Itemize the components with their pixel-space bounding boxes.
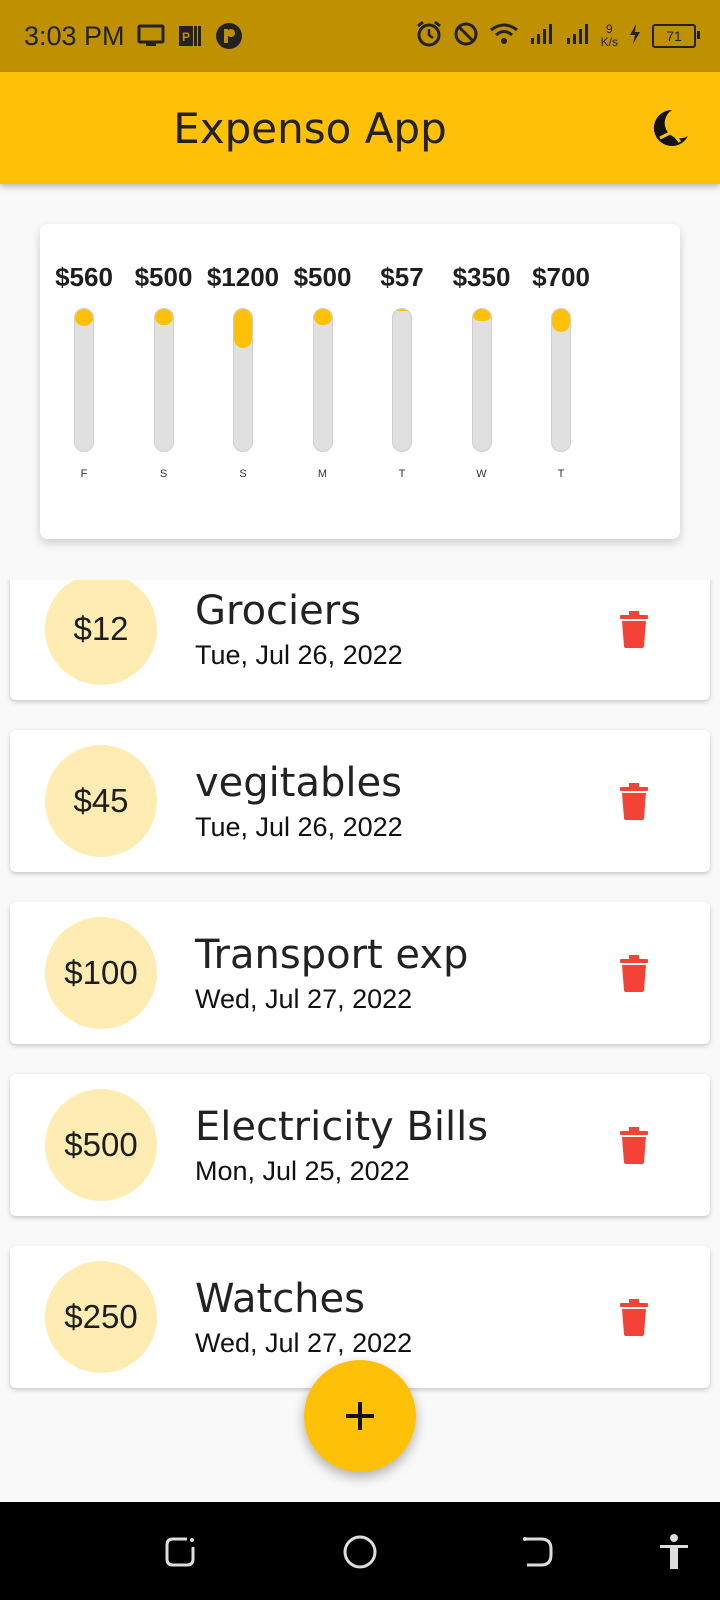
transaction-title: Grociers	[195, 588, 362, 634]
recents-icon[interactable]	[160, 1532, 200, 1572]
amount-badge: $500	[45, 1089, 157, 1201]
net-speed-unit: K/s	[600, 35, 618, 49]
bar-track	[74, 308, 94, 452]
bar-track	[551, 308, 571, 452]
bar-track	[312, 308, 333, 452]
bar-amount-label: $500	[293, 262, 352, 292]
app-bar: Expenso App	[0, 72, 720, 184]
amount-badge: $45	[45, 745, 157, 857]
list-item: $500 Electricity Bills Mon, Jul 25, 2022	[10, 1074, 710, 1216]
transaction-date: Wed, Jul 27, 2022	[195, 984, 413, 1014]
transaction-title: Watches	[195, 1276, 365, 1322]
p-badge-icon	[215, 22, 243, 50]
net-speed: 9 K/s	[601, 23, 618, 49]
status-bar: 3:03 PM P 9 K/s 71	[0, 0, 720, 72]
bar-amount-label: $500	[134, 262, 193, 292]
navigation-bar	[0, 1502, 720, 1600]
bar-track	[392, 308, 412, 452]
add-transaction-button[interactable]	[304, 1360, 416, 1472]
amount-badge: $100	[45, 917, 157, 1029]
bar-amount-label: $700	[532, 262, 590, 292]
bar-fill	[234, 309, 252, 348]
bar-fill	[472, 309, 491, 321]
bar-fill	[75, 309, 93, 326]
transaction-date: Tue, Jul 26, 2022	[195, 812, 403, 842]
list-item: $12 Grociers Tue, Jul 26, 2022	[10, 580, 710, 700]
accessibility-icon[interactable]	[654, 1532, 694, 1572]
document-icon: P	[177, 23, 203, 49]
home-icon[interactable]	[340, 1532, 380, 1572]
transaction-title: Transport exp	[195, 932, 469, 978]
charging-icon	[628, 23, 642, 50]
bar-amount-label: $1200	[206, 262, 280, 292]
back-icon[interactable]	[518, 1532, 558, 1572]
bar-day-label: W	[476, 468, 487, 480]
bar-fill	[313, 309, 332, 325]
plus-icon	[346, 1402, 374, 1430]
bar-fill	[552, 309, 570, 332]
bar-amount-label: $560	[55, 262, 113, 292]
bar-track	[233, 308, 253, 452]
bar-day-label: T	[398, 468, 406, 480]
status-time: 3:03 PM	[24, 20, 125, 51]
transaction-title: Electricity Bills	[195, 1104, 489, 1150]
monitor-icon	[137, 24, 165, 48]
bar-day-label: M	[317, 468, 328, 480]
transaction-date: Tue, Jul 26, 2022	[195, 640, 403, 670]
list-item: $100 Transport exp Wed, Jul 27, 2022	[10, 902, 710, 1044]
bar-day-label: S	[159, 468, 168, 480]
list-item: $45 vegitables Tue, Jul 26, 2022	[10, 730, 710, 872]
transaction-date: Mon, Jul 25, 2022	[195, 1156, 410, 1186]
bar-amount-label: $57	[380, 262, 424, 292]
transaction-title: vegitables	[195, 760, 402, 806]
alarm-icon	[415, 20, 443, 53]
amount-badge: $12	[45, 580, 157, 685]
battery-indicator: 71	[652, 24, 700, 48]
signal-icon	[565, 22, 591, 51]
app-title: Expenso App	[173, 103, 447, 153]
delete-icon[interactable]	[620, 782, 648, 820]
svg-text:P: P	[182, 30, 190, 44]
delete-icon[interactable]	[620, 1126, 648, 1164]
dark-mode-icon[interactable]	[650, 108, 690, 153]
weekly-chart-card: $560 F $500 S $1200 S $500 M $57 T $350 W $700 T	[40, 224, 680, 539]
delete-icon[interactable]	[620, 954, 648, 992]
delete-icon[interactable]	[620, 1298, 648, 1336]
do-not-disturb-icon	[453, 21, 479, 52]
bar-fill	[154, 309, 173, 325]
bar-track	[153, 308, 174, 452]
wifi-icon	[489, 22, 519, 51]
bar-day-label: S	[239, 468, 247, 480]
bar-fill	[393, 309, 411, 311]
bar-day-label: T	[557, 468, 565, 480]
signal-icon	[529, 22, 555, 51]
amount-badge: $250	[45, 1261, 157, 1373]
bar-track	[471, 308, 492, 452]
bar-day-label: F	[80, 468, 88, 480]
bar-amount-label: $350	[452, 262, 511, 292]
delete-icon[interactable]	[620, 610, 648, 648]
transaction-date: Wed, Jul 27, 2022	[195, 1328, 413, 1358]
